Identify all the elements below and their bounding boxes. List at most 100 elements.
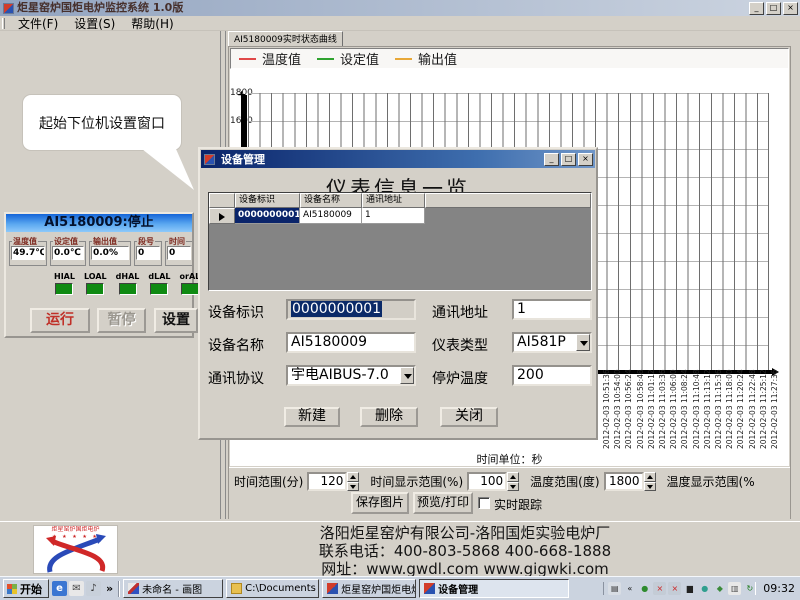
task-buttons: 未命名 - 画图 C:\Documents and Se... 炬星窑炉国炬电炉监.… [123, 579, 570, 598]
cell-device-id[interactable]: 0000000001 [235, 208, 300, 224]
dialog-minimize-button[interactable]: _ [544, 152, 559, 166]
scheduler-icon[interactable]: ▥ [728, 582, 742, 595]
messenger-icon[interactable]: ● [698, 582, 711, 595]
cell-comm-addr[interactable]: 1 [362, 208, 425, 224]
spinner-value[interactable]: 120 [307, 472, 348, 491]
spinner-label: 时间范围(分) [234, 475, 304, 489]
signal-strength-icon[interactable]: ▆ [683, 582, 696, 595]
network-offline2-icon[interactable]: × [668, 582, 682, 595]
status-field: 输出值 0.0% [89, 237, 131, 266]
task-label: C:\Documents and Se... [245, 583, 318, 594]
new-button[interactable]: 新建 [284, 407, 340, 427]
x-tick-label: 2012-02-03 11:18:00 [725, 369, 735, 449]
device-id-field[interactable]: 0000000001 [286, 299, 416, 320]
cell-device-name[interactable]: AI5180009 [300, 208, 362, 224]
menu-item[interactable]: 设置(S) [66, 15, 123, 32]
status-field-label: 输出值 [92, 237, 118, 246]
meter-type-label: 仪表类型 [432, 338, 488, 354]
update-icon[interactable]: ↻ [743, 582, 756, 595]
mail-icon[interactable]: ✉ [69, 581, 84, 596]
dialog-icon [204, 153, 215, 165]
legend-label: 设定值 [340, 53, 380, 68]
x-tick-label: 2012-02-03 10:56:24 [624, 369, 634, 449]
spinner-value[interactable]: 1800 [603, 472, 644, 491]
delete-button[interactable]: 删除 [360, 407, 418, 427]
status-field-label: 段号 [137, 237, 155, 246]
security-shield-icon[interactable]: ◆ [713, 582, 726, 595]
dialog-title-bar[interactable]: 设备管理 _ □ × [201, 150, 595, 168]
table-row[interactable]: 0000000001 AI5180009 1 [209, 208, 591, 224]
spinner-value[interactable]: 100 [467, 472, 508, 491]
menu-item[interactable]: 帮助(H) [123, 15, 181, 32]
taskbar-task[interactable]: 未命名 - 画图 [123, 579, 224, 598]
callout-bubble: 起始下位机设置窗口 [22, 94, 182, 151]
spinner-down-icon[interactable] [643, 481, 656, 491]
trace-line [241, 95, 247, 147]
dialog-close-button[interactable]: × [578, 152, 593, 166]
meter-type-combo[interactable]: AI581P [512, 332, 592, 353]
antivirus-icon[interactable]: ● [638, 582, 651, 595]
x-tick-label: 2012-02-03 11:27:36 [770, 369, 779, 449]
taskbar-task[interactable]: 设备管理 [419, 579, 570, 598]
temp-display-range-label: 温度显示范围(% [666, 475, 755, 489]
alarm-label: HIAL [54, 272, 75, 281]
legend-item: 温度值 [239, 49, 301, 68]
status-field: 温度值 49.7℃ [9, 237, 47, 266]
tab-realtime-curve[interactable]: AI5180009实时状态曲线 [228, 31, 343, 47]
x-tick-label: 2012-02-03 11:22:48 [747, 369, 757, 449]
start-label: 开始 [20, 582, 42, 596]
status-field-label: 时间 [168, 237, 186, 246]
spinner-arrows [507, 472, 520, 491]
alarm-label: dHAL [115, 272, 140, 281]
menu-bar: 文件(F) 设置(S) 帮助(H) [0, 16, 800, 31]
network-offline-icon[interactable]: × [653, 582, 667, 595]
pause-button: 暂停 [97, 308, 146, 333]
task-label: 设备管理 [438, 585, 479, 596]
taskbar-task[interactable]: C:\Documents and Se... [226, 579, 320, 598]
start-button[interactable]: 开始 [3, 579, 49, 598]
spinner-up-icon[interactable] [507, 472, 520, 482]
status-field-value: 0 [136, 246, 160, 260]
alarm-lamp-icon [150, 283, 169, 295]
collapse-chevron-icon[interactable]: « [623, 582, 636, 595]
taskbar: 开始 e✉♪ » 未命名 - 画图 C:\Documents and Se... 炬… [0, 576, 800, 600]
comm-addr-field[interactable]: 1 [512, 299, 592, 320]
close-button[interactable]: × [783, 1, 798, 15]
protocol-value: 宇电AIBUS-7.0 [291, 367, 389, 383]
meter-type-dropdown-icon[interactable] [576, 334, 590, 351]
spinner-up-icon[interactable] [643, 472, 656, 482]
realtime-track-checkbox[interactable] [478, 497, 490, 509]
grid-header-device-id[interactable]: 设备标识 [235, 193, 300, 208]
grid-header-comm-addr[interactable]: 通讯地址 [362, 193, 425, 208]
spinner-up-icon[interactable] [347, 472, 360, 482]
save-image-button[interactable]: 保存图片 [351, 492, 409, 514]
close-dialog-button[interactable]: 关闭 [440, 407, 498, 427]
protocol-dropdown-icon[interactable] [400, 367, 414, 384]
grid-header-device-name[interactable]: 设备名称 [300, 193, 362, 208]
restore-button[interactable]: □ [766, 1, 781, 15]
taskbar-task[interactable]: 炬星窑炉国炬电炉监... [322, 579, 417, 598]
protocol-combo[interactable]: 宇电AIBUS-7.0 [286, 365, 416, 386]
run-button[interactable]: 运行 [30, 308, 90, 333]
minimize-button[interactable]: _ [749, 1, 764, 15]
dialog-restore-button[interactable]: □ [561, 152, 576, 166]
device-name-field[interactable]: AI5180009 [286, 332, 416, 353]
spinner-group: 时间范围(分) 120 [234, 472, 360, 491]
ie-icon[interactable]: e [52, 581, 67, 596]
overflow-chevron-icon[interactable]: » [104, 582, 115, 595]
menu-grip [2, 17, 5, 29]
x-tick-label: 2012-02-03 10:54:00 [613, 369, 623, 449]
alarm-label: dLAL [148, 272, 171, 281]
media-player-icon[interactable]: ♪ [86, 581, 101, 596]
spinner-down-icon[interactable] [347, 481, 360, 491]
menu-item[interactable]: 文件(F) [10, 15, 66, 32]
device-status-title: AI5180009:停止 [6, 214, 192, 232]
spinner-down-icon[interactable] [507, 481, 520, 491]
printer-icon[interactable]: ▤ [608, 582, 622, 595]
settings-button[interactable]: 设置 [154, 308, 198, 333]
stop-temp-field[interactable]: 200 [512, 365, 592, 386]
windows-flag-icon [7, 583, 17, 594]
status-field: 时间 0 [165, 237, 192, 266]
preview-print-button[interactable]: 预览/打印 [413, 492, 473, 514]
spinner-arrows [643, 472, 656, 491]
